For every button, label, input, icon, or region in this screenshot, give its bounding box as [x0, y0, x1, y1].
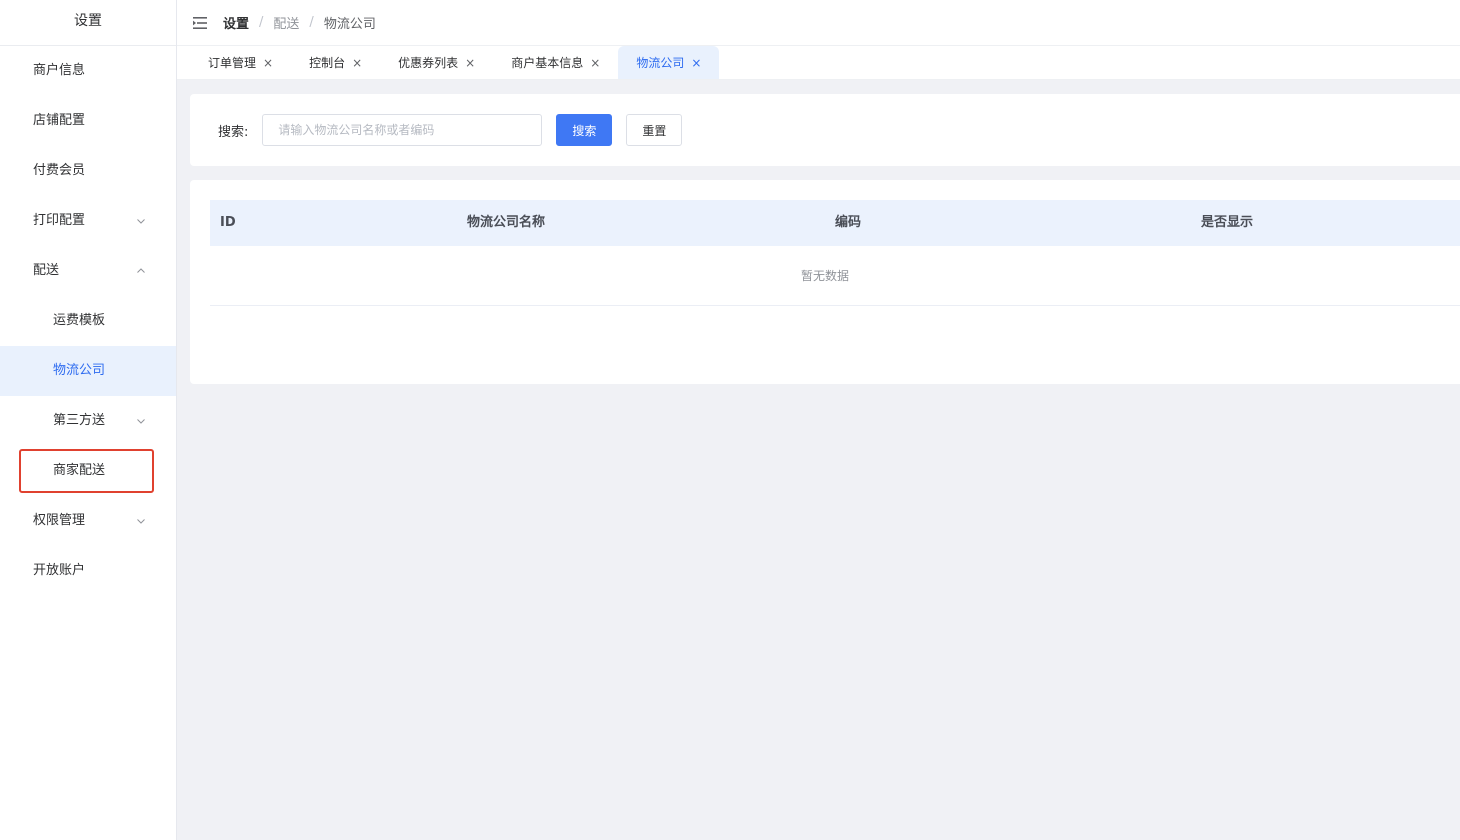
breadcrumb-item[interactable]: 配送 — [273, 13, 299, 32]
sidebar-item-label: 配送 — [33, 263, 60, 278]
tab-label: 商户基本信息 — [511, 56, 584, 70]
sidebar-item-permission[interactable]: 权限管理 — [0, 496, 176, 546]
menu-fold-icon[interactable] — [193, 16, 207, 30]
column-header-id: ID — [220, 215, 236, 230]
breadcrumb-separator: / — [309, 15, 314, 30]
column-header-code: 编码 — [835, 215, 862, 230]
sidebar-item-label: 商户信息 — [33, 63, 86, 78]
close-icon[interactable]: × — [263, 56, 273, 70]
sidebar-item-merchant-info[interactable]: 商户信息 — [0, 46, 176, 96]
tab-label: 优惠券列表 — [398, 56, 459, 70]
sidebar-item-merchant-delivery[interactable]: 商家配送 — [0, 446, 176, 496]
search-label: 搜索: — [218, 124, 249, 140]
tab-bar: 订单管理 × 控制台 × 优惠券列表 × 商户基本信息 × 物流公司 × — [177, 46, 1460, 80]
tab-label: 控制台 — [309, 56, 346, 70]
tab-coupon-list[interactable]: 优惠券列表 × — [380, 46, 493, 79]
sidebar-item-store-config[interactable]: 店铺配置 — [0, 96, 176, 146]
column-header-name: 物流公司名称 — [467, 215, 546, 230]
tab-console[interactable]: 控制台 × — [291, 46, 380, 79]
sidebar-item-label: 打印配置 — [33, 213, 86, 228]
table-header: ID 物流公司名称 编码 是否显示 — [210, 200, 1460, 246]
sidebar-item-label: 物流公司 — [53, 363, 106, 378]
chevron-down-icon — [136, 496, 146, 546]
sidebar-item-label: 付费会员 — [33, 163, 86, 178]
chevron-down-icon — [136, 396, 146, 446]
sidebar-item-label: 运费模板 — [53, 313, 106, 328]
sidebar-item-paid-member[interactable]: 付费会员 — [0, 146, 176, 196]
breadcrumb: 设置 / 配送 / 物流公司 — [223, 13, 376, 32]
sidebar-item-third-party-delivery[interactable]: 第三方送 — [0, 396, 176, 446]
tab-merchant-basic-info[interactable]: 商户基本信息 × — [493, 46, 618, 79]
column-header-visible: 是否显示 — [1201, 215, 1254, 230]
table-panel: ID 物流公司名称 编码 是否显示 暂无数据 — [190, 180, 1460, 384]
sidebar-item-label: 店铺配置 — [33, 113, 86, 128]
breadcrumb-item: 物流公司 — [323, 17, 376, 32]
table-empty-text: 暂无数据 — [210, 246, 1460, 306]
reset-button[interactable]: 重置 — [626, 114, 683, 146]
search-button[interactable]: 搜索 — [556, 114, 613, 146]
sidebar-title: 设置 — [0, 0, 176, 46]
chevron-down-icon — [136, 196, 146, 246]
sidebar: 设置 商户信息 店铺配置 付费会员 打印配置 配送 运费模板 物流公司 第三方送… — [0, 0, 177, 840]
sidebar-item-label: 第三方送 — [53, 413, 106, 428]
close-icon[interactable]: × — [465, 56, 475, 70]
close-icon[interactable]: × — [691, 56, 701, 70]
search-input[interactable] — [262, 114, 543, 146]
sidebar-item-delivery[interactable]: 配送 — [0, 246, 176, 296]
breadcrumb-item[interactable]: 设置 — [223, 13, 249, 32]
sidebar-item-label: 开放账户 — [33, 563, 86, 578]
search-panel: 搜索: 搜索 重置 — [190, 94, 1460, 166]
sidebar-item-shipping-template[interactable]: 运费模板 — [0, 296, 176, 346]
tab-label: 订单管理 — [208, 56, 257, 70]
sidebar-item-logistics-company[interactable]: 物流公司 — [0, 346, 176, 396]
sidebar-item-print-config[interactable]: 打印配置 — [0, 196, 176, 246]
breadcrumb-separator: / — [259, 15, 264, 30]
tab-logistics-company[interactable]: 物流公司 × — [618, 46, 720, 79]
sidebar-item-label: 权限管理 — [33, 513, 86, 528]
sidebar-item-open-account[interactable]: 开放账户 — [0, 546, 176, 596]
chevron-up-icon — [136, 246, 146, 296]
topbar: 设置 / 配送 / 物流公司 — [177, 0, 1460, 46]
close-icon[interactable]: × — [352, 56, 362, 70]
close-icon[interactable]: × — [590, 56, 600, 70]
tab-order-management[interactable]: 订单管理 × — [190, 46, 291, 79]
sidebar-item-label: 商家配送 — [53, 463, 106, 478]
tab-label: 物流公司 — [636, 56, 685, 70]
